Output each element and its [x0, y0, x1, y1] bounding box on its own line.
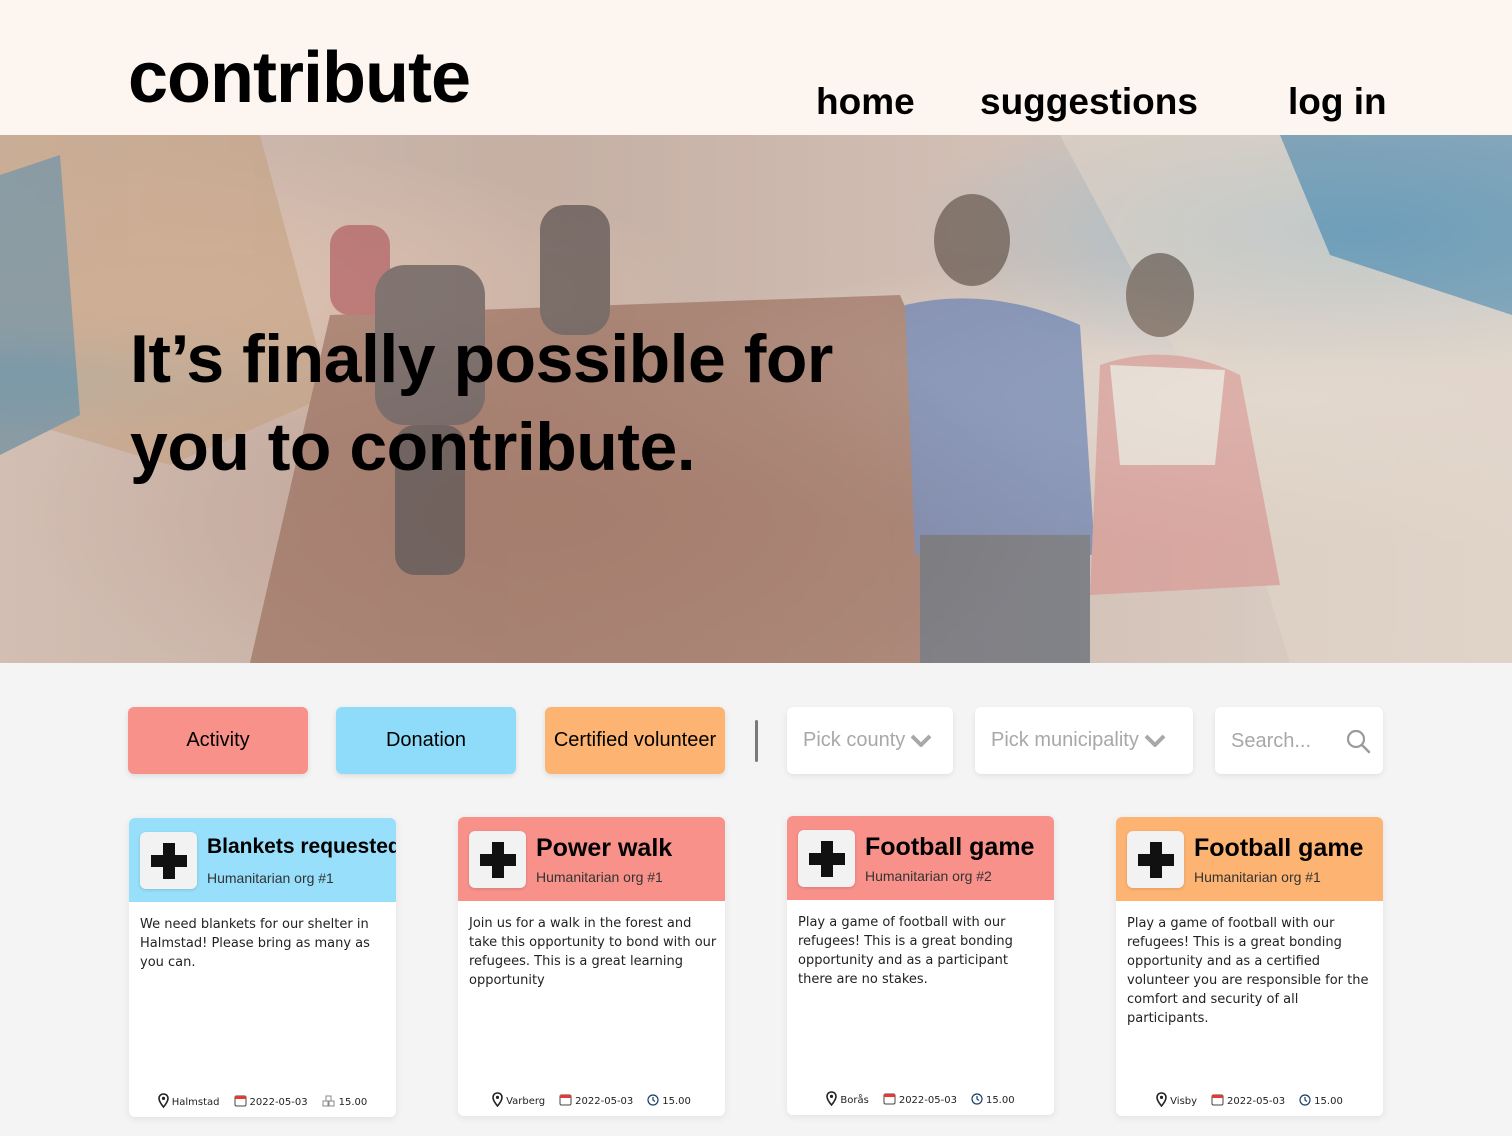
nav-login-link[interactable]: log in: [1288, 83, 1387, 120]
card-location: Varberg: [492, 1092, 545, 1110]
hero-headline: It’s finally possible for you to contrib…: [130, 315, 833, 491]
card-extra: 15.00: [647, 1092, 691, 1110]
calendar-icon: [559, 1093, 572, 1109]
search-box: [1215, 707, 1383, 774]
location-pin-icon: [492, 1092, 503, 1110]
card-location-text: Borås: [840, 1094, 869, 1106]
card-date-text: 2022-05-03: [898, 1094, 957, 1106]
card-date: 2022-05-03: [559, 1092, 633, 1110]
card-title: Football game: [1194, 834, 1364, 862]
chevron-down-icon: [909, 729, 933, 753]
event-card-3[interactable]: Football game Humanitarian org #2 Play a…: [787, 816, 1054, 1115]
card-header: Power walk Humanitarian org #1: [458, 817, 725, 901]
card-title: Football game: [865, 833, 1035, 861]
card-meta: Varberg 2022-05-03 15.00: [458, 1092, 725, 1110]
card-organization: Humanitarian org #2: [865, 868, 992, 884]
card-organization: Humanitarian org #1: [1194, 869, 1321, 885]
card-description: Play a game of football with our refugee…: [1127, 916, 1369, 1026]
card-date-text: 2022-05-03: [1227, 1095, 1286, 1107]
plus-icon: [1127, 831, 1184, 888]
card-date: 2022-05-03: [234, 1093, 308, 1111]
card-header: Blankets requested Humanitarian org #1: [129, 818, 396, 902]
card-date: 2022-05-03: [1211, 1092, 1285, 1110]
card-header: Football game Humanitarian org #1: [1116, 817, 1383, 901]
card-title: Power walk: [536, 834, 673, 862]
card-organization: Humanitarian org #1: [207, 870, 334, 886]
card-meta: Visby 2022-05-03 15.00: [1116, 1092, 1383, 1110]
card-title: Blankets requested: [207, 835, 396, 858]
calendar-icon: [234, 1094, 247, 1110]
card-description: Join us for a walk in the forest and tak…: [469, 916, 717, 988]
nav-suggestions-link[interactable]: suggestions: [980, 83, 1198, 120]
card-extra: 15.00: [971, 1091, 1015, 1109]
card-location: Borås: [826, 1091, 869, 1109]
plus-icon: [798, 830, 855, 887]
card-location-text: Varberg: [506, 1095, 546, 1107]
plus-icon: [140, 832, 197, 889]
card-date-text: 2022-05-03: [249, 1096, 308, 1108]
location-pin-icon: [826, 1091, 838, 1109]
certified-volunteer-filter-button[interactable]: Certified volunteer: [545, 707, 725, 774]
card-meta: Halmstad 2022-05-03 15.00: [129, 1093, 396, 1111]
county-select-label: Pick county: [803, 729, 906, 751]
event-card-1[interactable]: Blankets requested Humanitarian org #1 W…: [129, 818, 396, 1117]
card-extra-text: 15.00: [662, 1095, 691, 1107]
municipality-select[interactable]: Pick municipality: [975, 707, 1193, 774]
county-select[interactable]: Pick county: [787, 707, 953, 774]
card-organization: Humanitarian org #1: [536, 869, 663, 885]
card-extra: 15.00: [322, 1093, 368, 1111]
card-extra: 15.00: [1299, 1092, 1343, 1110]
filter-divider: [755, 720, 758, 762]
event-card-4[interactable]: Football game Humanitarian org #1 Play a…: [1116, 817, 1383, 1116]
clock-icon: [647, 1093, 659, 1109]
card-description: Play a game of football with our refugee…: [798, 915, 1013, 987]
card-extra-text: 15.00: [1314, 1095, 1343, 1107]
activity-filter-button[interactable]: Activity: [128, 707, 308, 774]
clock-icon: [971, 1092, 983, 1108]
municipality-select-label: Pick municipality: [991, 729, 1139, 751]
card-extra-text: 15.00: [338, 1096, 368, 1108]
calendar-icon: [883, 1092, 896, 1108]
card-meta: Borås 2022-05-03 15.00: [787, 1091, 1054, 1109]
card-location-text: Visby: [1170, 1095, 1198, 1107]
site-header: contribute home suggestions log in: [0, 0, 1512, 135]
logo[interactable]: contribute: [128, 42, 471, 114]
location-pin-icon: [157, 1093, 169, 1111]
card-location: Halmstad: [157, 1093, 220, 1111]
donation-filter-button[interactable]: Donation: [336, 707, 516, 774]
chevron-down-icon: [1143, 729, 1167, 753]
card-location-text: Halmstad: [171, 1096, 220, 1108]
hero-banner: It’s finally possible for you to contrib…: [0, 135, 1512, 663]
card-date-text: 2022-05-03: [575, 1095, 634, 1107]
card-extra-text: 15.00: [985, 1094, 1015, 1106]
boxes-icon: [322, 1095, 336, 1110]
card-date: 2022-05-03: [883, 1091, 957, 1109]
hero-headline-line1: It’s finally possible for: [130, 321, 833, 397]
card-location: Visby: [1156, 1092, 1197, 1110]
search-input[interactable]: [1231, 727, 1341, 755]
search-icon[interactable]: [1345, 728, 1371, 759]
clock-icon: [1299, 1093, 1311, 1109]
location-pin-icon: [1156, 1092, 1167, 1110]
nav-home-link[interactable]: home: [816, 83, 915, 120]
event-card-2[interactable]: Power walk Humanitarian org #1 Join us f…: [458, 817, 725, 1116]
card-description: We need blankets for our shelter in Halm…: [140, 917, 370, 970]
plus-icon: [469, 831, 526, 888]
card-header: Football game Humanitarian org #2: [787, 816, 1054, 900]
hero-headline-line2: you to contribute.: [130, 409, 696, 485]
calendar-icon: [1211, 1093, 1224, 1109]
